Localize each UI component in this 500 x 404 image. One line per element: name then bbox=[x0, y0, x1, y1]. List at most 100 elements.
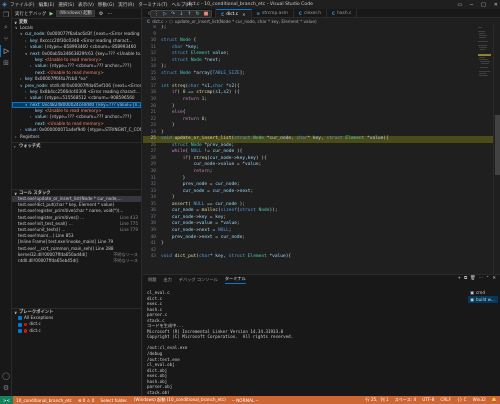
code-text: } bbox=[161, 241, 164, 247]
variable-value: <Unable to read memory> bbox=[43, 108, 102, 114]
bottom-panel: 問題 出力 デバッグ コンソール ターミナル + ⧉ 🗑 ⋯ ⌃ ✕ cl_eval.… bbox=[143, 274, 500, 396]
code-text: }; bbox=[161, 25, 167, 30]
status-item[interactable]: UTF-8 bbox=[419, 397, 437, 403]
menu-bar: ファイル(F) 編集(E) 選択(S) 表示(V) 移動(G) 実行(R) ター… bbox=[10, 2, 192, 8]
debug-config-status[interactable]: (Windows) 起動 (10_conditional_branch_etc) bbox=[131, 397, 229, 403]
more-actions-icon[interactable]: ⋯ bbox=[478, 276, 482, 281]
frame-function: ntdll.dll!00007ffda65eb45d() bbox=[18, 257, 79, 263]
start-debug-icon[interactable]: ▶ bbox=[49, 11, 53, 17]
status-item[interactable]: Win32 bbox=[470, 397, 489, 403]
variable-name: value: bbox=[35, 63, 48, 69]
menu-file[interactable]: ファイル(F) bbox=[10, 2, 35, 8]
minimap[interactable] bbox=[478, 25, 492, 274]
terminal-icon: ▣ bbox=[470, 290, 474, 295]
checkbox-checked-icon[interactable] bbox=[18, 316, 22, 321]
stop-icon[interactable]: ■ bbox=[204, 11, 209, 17]
status-item[interactable]: 行 25、列 1 bbox=[362, 397, 391, 403]
variable-name: next: bbox=[30, 101, 41, 107]
select-folder-status[interactable]: Select folder. bbox=[97, 398, 130, 403]
menu-view[interactable]: 表示(V) bbox=[78, 2, 94, 8]
remote-indicator[interactable]: >< bbox=[0, 396, 14, 404]
manage-gear-icon[interactable]: ⚙ bbox=[0, 382, 12, 394]
tab-clexer-h[interactable]: Cclexer.h bbox=[294, 9, 327, 18]
menu-selection[interactable]: 選択(S) bbox=[58, 2, 74, 8]
status-item[interactable]: 🔔 bbox=[489, 397, 500, 403]
scrollbar-thumb[interactable] bbox=[495, 115, 500, 175]
activity-bar: ❐ ⌕ ⑂ ▷ ⊞ ◯ ⚙ bbox=[0, 9, 12, 396]
menu-terminal[interactable]: ターミナル(T) bbox=[138, 2, 167, 8]
step-over-icon[interactable]: ↷ bbox=[171, 11, 175, 17]
source-control-icon[interactable]: ⑂ bbox=[0, 33, 12, 45]
code-text: struct Node *array[TABLE_SIZE]; bbox=[161, 70, 246, 76]
variable-name: next: bbox=[35, 69, 46, 75]
tab-strcmp-asm[interactable]: ≡ strcmp.asm bbox=[252, 9, 294, 18]
status-item[interactable]: {} C bbox=[454, 397, 470, 403]
extensions-icon[interactable]: ⊞ bbox=[0, 57, 12, 69]
git-branch[interactable]: 10_conditional_branch_etc bbox=[13, 398, 75, 403]
layout-icon[interactable]: ▭ bbox=[457, 2, 462, 8]
step-into-icon[interactable]: ↓ bbox=[179, 11, 183, 17]
status-item[interactable]: CRLF bbox=[437, 397, 454, 403]
explorer-icon[interactable]: ❐ bbox=[0, 9, 12, 21]
debug-config-select[interactable]: (Windows) 起動 bbox=[56, 10, 95, 17]
tab-dict-c[interactable]: Cdict.c ✕ bbox=[216, 9, 252, 18]
close-panel-icon[interactable]: ✕ bbox=[492, 276, 496, 281]
panel-tab[interactable]: 出力 bbox=[163, 277, 171, 283]
variable-name: prev_node: bbox=[25, 82, 49, 88]
callstack-frame[interactable]: ntdll.dll!00007ffda65eb45d() 不明なソース bbox=[12, 258, 141, 264]
checkbox-checked-icon[interactable] bbox=[18, 329, 22, 334]
menu-help[interactable]: ヘルプ(H) bbox=[172, 2, 193, 8]
title-bar: ◈ ファイル(F) 編集(E) 選択(S) 表示(V) 移動(G) 実行(R) … bbox=[0, 0, 500, 9]
drag-handle-icon[interactable]: ⋮ bbox=[154, 11, 159, 17]
checkbox-checked-icon[interactable] bbox=[18, 322, 22, 327]
variables-list: ∨ cur_node: 0x000077f6a4ac6d3f {next=<Err… bbox=[12, 31, 141, 140]
tab-hash-c[interactable]: Chash.c bbox=[327, 9, 358, 18]
panel-tab[interactable]: 問題 bbox=[148, 277, 156, 283]
variable-name: cur_node: bbox=[25, 31, 46, 37]
new-terminal-icon[interactable]: + bbox=[457, 276, 461, 281]
breadcrumb-symbol[interactable]: update_or_insert_list(Node * cur_node, c… bbox=[175, 19, 317, 24]
breadcrumb: C dict.c › ⬡ update_or_insert_list(Node … bbox=[143, 18, 500, 25]
account-icon[interactable]: ◯ bbox=[0, 370, 12, 382]
status-item[interactable]: スペース: 4 bbox=[392, 397, 420, 403]
run-debug-icon[interactable]: ▷ bbox=[0, 45, 12, 57]
restart-icon[interactable]: ↻ bbox=[195, 11, 199, 17]
step-out-icon[interactable]: ↑ bbox=[187, 11, 191, 17]
more-actions-icon[interactable]: ⋯ bbox=[107, 11, 112, 17]
variable-name: value: bbox=[35, 114, 48, 120]
variable-value: 0x000077f6a4ac6d3f {next=<Error reading … bbox=[46, 31, 141, 37]
kill-terminal-icon[interactable]: 🗑 bbox=[470, 276, 475, 281]
callstack-section-header[interactable]: ∨ コール スタック bbox=[12, 189, 141, 196]
search-icon[interactable]: ⌕ bbox=[0, 21, 12, 33]
registers-scope[interactable]: › Registers bbox=[12, 134, 141, 140]
split-terminal-icon[interactable]: ⧉ bbox=[464, 276, 467, 281]
breakpoint-item[interactable]: dict.c bbox=[12, 328, 141, 334]
menu-go[interactable]: 移動(G) bbox=[98, 2, 114, 8]
terminal-icon: ▣ bbox=[470, 297, 474, 302]
close-button[interactable]: ✕ bbox=[494, 2, 498, 8]
editor-scrollbar[interactable] bbox=[493, 25, 500, 274]
watch-section-header[interactable]: › ウォッチ式 bbox=[12, 142, 141, 149]
debug-sidebar: 実行とデバッグ ▶ (Windows) 起動 ⚙ ⋯ ∨ 変数 ∨ Locals … bbox=[12, 9, 142, 396]
variable-name: next: bbox=[35, 120, 46, 126]
problems-indicator[interactable]: ⊗ 0 ⚠ 0 bbox=[75, 398, 98, 403]
variable-value: {ntype=??? <cbnum=??? anchor=???} bbox=[47, 114, 133, 120]
variables-section-header[interactable]: ∨ 変数 bbox=[12, 18, 141, 25]
panel-tab[interactable]: デバッグ コンソール bbox=[179, 277, 218, 283]
breadcrumb-file[interactable]: dict.c bbox=[152, 19, 163, 24]
terminal-output[interactable]: cl_eval.c dict.c exec.c hash.c parser.c stack… bbox=[147, 290, 465, 394]
terminal-instance[interactable]: ▣ build w... bbox=[468, 296, 498, 303]
variable-value: 0xc48248000024ce0dd0 {key=??? value={n..… bbox=[40, 101, 141, 107]
panel-tab[interactable]: ターミナル bbox=[224, 276, 246, 284]
menu-run[interactable]: 実行(R) bbox=[118, 2, 134, 8]
continue-icon[interactable]: ▷ bbox=[163, 11, 167, 17]
maximize-button[interactable]: □ bbox=[481, 2, 486, 8]
debug-settings-icon[interactable]: ⚙ bbox=[99, 11, 103, 17]
menu-edit[interactable]: 編集(E) bbox=[39, 2, 55, 8]
terminal-instance[interactable]: ▣ cmd bbox=[468, 289, 498, 296]
minimize-button[interactable]: ─ bbox=[470, 2, 473, 8]
breakpoints-section-header[interactable]: ∨ ブレークポイント bbox=[12, 308, 141, 315]
code-editor[interactable]: 8}; 9 10 struct Node {11 char *key; 12 struc… bbox=[143, 25, 500, 274]
close-tab-icon[interactable]: ✕ bbox=[242, 12, 245, 17]
maximize-panel-icon[interactable]: ⌃ bbox=[486, 276, 490, 281]
